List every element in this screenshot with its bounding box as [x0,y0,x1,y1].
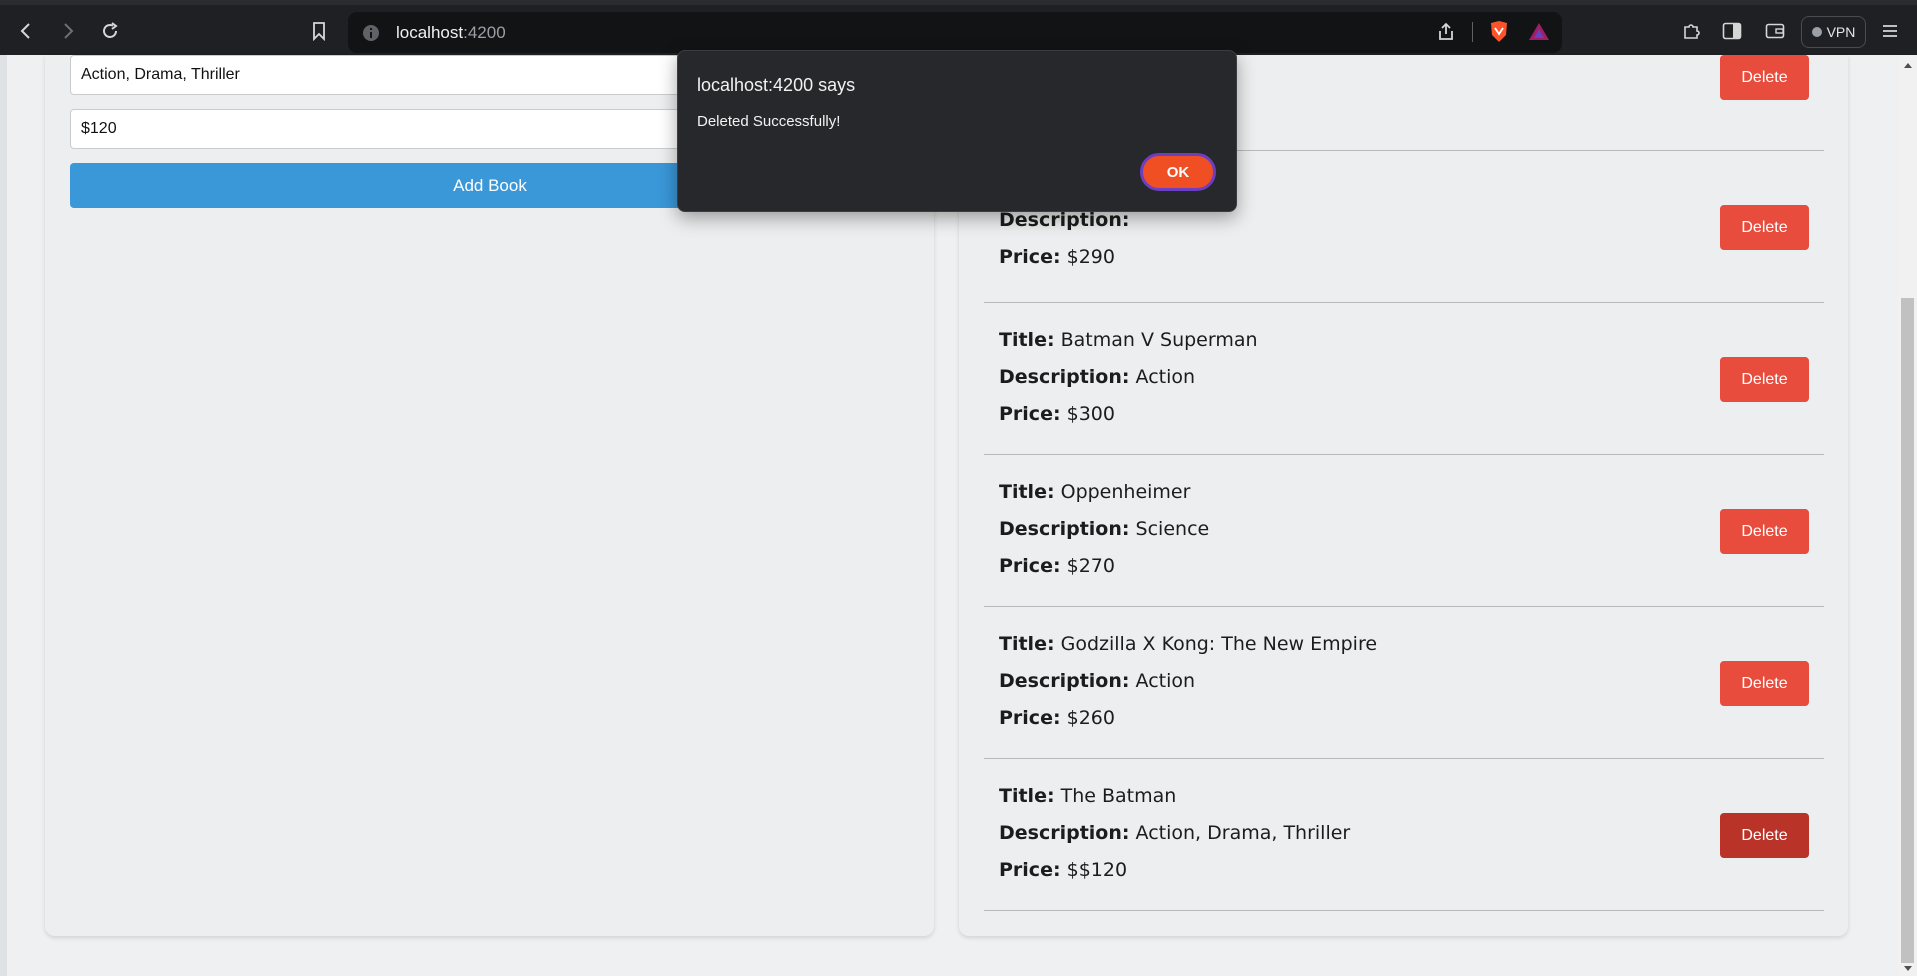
book-price: Price: $290 [999,246,1115,268]
book-item: Title: The Batman Description: Action, D… [984,759,1824,911]
book-description: Description: Action, Drama, Thriller [999,822,1351,844]
rewards-icon[interactable] [1528,21,1550,43]
hamburger-icon [1883,25,1897,37]
back-button[interactable] [12,17,40,45]
delete-button[interactable]: Delete [1720,509,1809,554]
book-description: Description: Science [999,518,1210,540]
book-description: Description: Action [999,366,1196,388]
info-icon [363,25,379,41]
forward-button[interactable] [54,17,82,45]
browser-toolbar: localhost:4200 VPN [0,0,1917,55]
vpn-label: VPN [1826,24,1856,40]
wallet-icon [1765,23,1785,39]
wallet-button[interactable] [1761,17,1789,45]
book-description: Description: Action [999,670,1196,692]
dialog-message: Deleted Successfully! [697,113,841,130]
chevron-left-icon [20,23,30,39]
menu-button[interactable] [1876,17,1904,45]
delete-button[interactable]: Delete [1720,661,1809,706]
book-title: Title: Godzilla X Kong: The New Empire [999,633,1378,655]
bookmark-icon [313,22,325,41]
reload-icon [103,22,118,38]
dialog-title: localhost:4200 says [697,75,856,95]
book-price: Price: $260 [999,707,1115,729]
puzzle-icon [1684,24,1700,39]
book-title: Title: The Batman [999,785,1177,807]
delete-button[interactable]: Delete [1720,55,1809,100]
book-title: Title: Batman V Superman [999,329,1258,351]
vpn-button[interactable]: VPN [1801,16,1866,48]
scroll-up-arrow-icon[interactable] [1903,61,1913,69]
book-item: Title: Oppenheimer Description: Science … [984,455,1824,607]
chevron-right-icon [64,23,74,39]
sidebar-button[interactable] [1718,17,1746,45]
scroll-thumb[interactable] [1901,298,1914,963]
delete-button[interactable]: Delete [1720,357,1809,402]
book-price: Price: $$120 [999,859,1128,881]
book-description: Description: [999,209,1130,231]
book-item: Title: Godzilla X Kong: The New Empire D… [984,607,1824,759]
scroll-down-arrow-icon[interactable] [1903,965,1913,973]
delete-button[interactable]: Delete [1720,813,1809,858]
alert-dialog: localhost:4200 says Deleted Successfully… [677,50,1237,212]
share-icon[interactable] [1436,22,1456,42]
book-title: Title: Oppenheimer [999,481,1191,503]
extensions-button[interactable] [1678,17,1706,45]
divider [1472,22,1473,42]
reload-button[interactable] [96,17,124,45]
bookmark-button[interactable] [305,17,333,45]
book-price: Price: $300 [999,403,1115,425]
sidebar-icon [1722,22,1742,40]
book-price: Price: $270 [999,555,1115,577]
address-bar[interactable]: localhost:4200 [348,12,1562,53]
brave-shield-icon[interactable] [1488,20,1510,44]
ok-button[interactable]: OK [1140,153,1216,191]
page-gutter [0,55,7,976]
delete-button[interactable]: Delete [1720,205,1809,250]
vpn-status-icon [1811,27,1822,37]
book-item: Title: Batman V Superman Description: Ac… [984,303,1824,455]
url-text: localhost:4200 [396,23,506,42]
page-scrollbar[interactable] [1898,55,1917,976]
